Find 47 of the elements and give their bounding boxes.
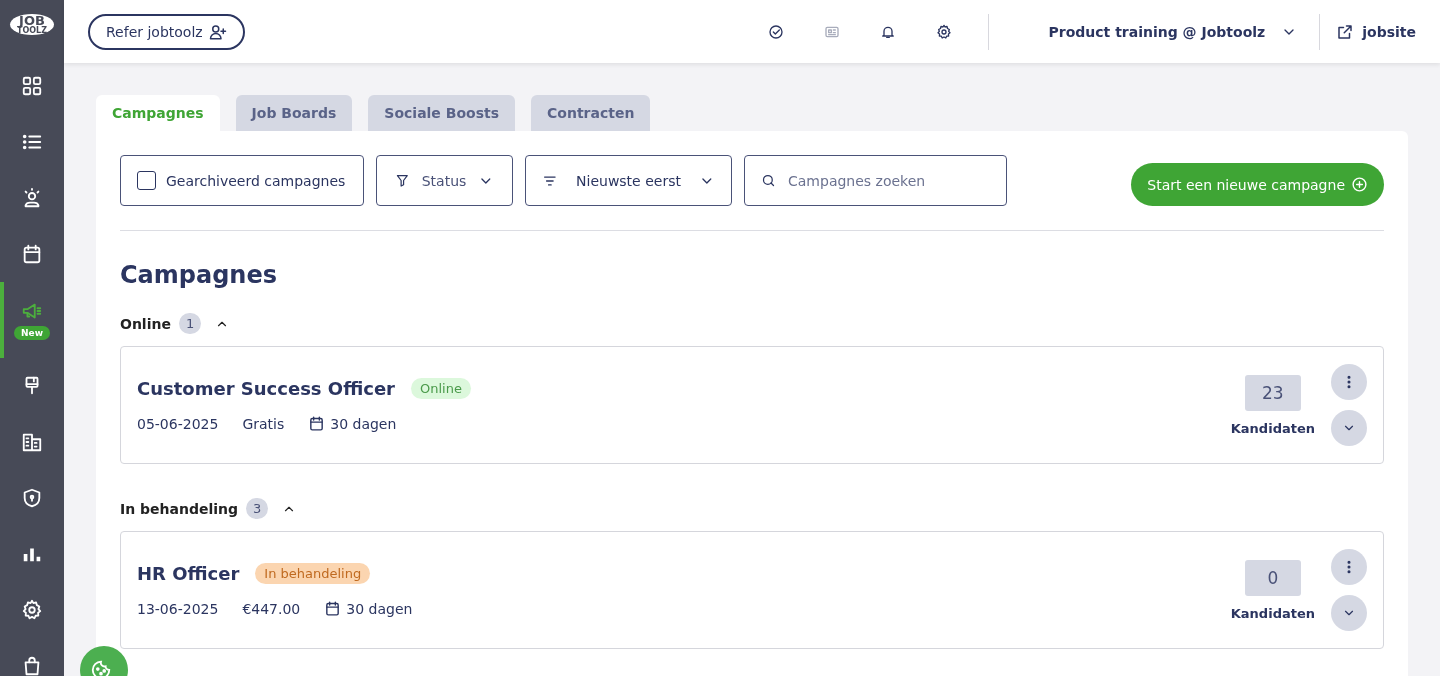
campaign-price: €447.00 bbox=[242, 600, 301, 617]
campaign-duration: 30 dagen bbox=[346, 600, 413, 617]
status-badge: In behandeling bbox=[255, 563, 371, 584]
status-dropdown[interactable]: Status bbox=[376, 155, 513, 206]
candidate-count: 23 bbox=[1244, 374, 1301, 411]
count-badge: 3 bbox=[246, 498, 269, 519]
settings-icon bbox=[21, 599, 43, 621]
calendar-icon bbox=[324, 600, 342, 617]
shield-icon bbox=[21, 487, 43, 509]
dashboard-icon bbox=[21, 75, 43, 97]
check-circle-icon[interactable] bbox=[767, 23, 784, 40]
filter-icon bbox=[395, 173, 410, 188]
campaign-date: 05-06-2025 bbox=[137, 415, 219, 432]
cookie-icon bbox=[90, 659, 112, 676]
checkbox[interactable] bbox=[137, 171, 156, 190]
tab[interactable]: Sociale Boosts bbox=[368, 95, 515, 131]
campaign-date: 13-06-2025 bbox=[137, 600, 219, 617]
tab[interactable]: Contracten bbox=[531, 95, 651, 131]
building-icon bbox=[21, 431, 43, 453]
count-badge: 1 bbox=[178, 313, 202, 334]
candidates-label: Kandidaten bbox=[1230, 605, 1315, 621]
campaign-title[interactable]: Customer Success Officer bbox=[137, 378, 395, 399]
account-selector[interactable]: Product training @ Jobtoolz bbox=[1000, 23, 1298, 40]
archived-filter[interactable]: Gearchiveerd campagnes bbox=[120, 155, 364, 206]
sort-dropdown[interactable]: Nieuwste eerst bbox=[525, 155, 732, 206]
campaign-price: Gratis bbox=[242, 415, 285, 432]
status-badge: Online bbox=[410, 378, 471, 399]
user-plus-icon bbox=[208, 22, 227, 41]
candidate-count: 0 bbox=[1244, 559, 1301, 596]
plus-circle-icon bbox=[1351, 176, 1368, 193]
search-icon bbox=[761, 173, 776, 188]
settings-icon[interactable] bbox=[935, 23, 952, 40]
calendar-icon bbox=[308, 415, 326, 432]
logo[interactable]: JOB TOOLZ bbox=[10, 14, 54, 35]
tab[interactable]: Job Boards bbox=[235, 95, 353, 131]
campaign-title[interactable]: HR Officer bbox=[137, 563, 240, 584]
candidates-label: Kandidaten bbox=[1230, 420, 1315, 436]
new-badge: New bbox=[14, 326, 50, 340]
refer-button[interactable]: Refer jobtoolz bbox=[88, 13, 245, 50]
calendar-icon bbox=[21, 243, 43, 265]
jobsite-link[interactable]: jobsite bbox=[1332, 22, 1416, 41]
search-field[interactable]: Campagnes zoeken bbox=[744, 155, 1007, 206]
group-label: Online bbox=[120, 315, 171, 332]
campaign-duration: 30 dagen bbox=[330, 415, 397, 432]
section-heading: Campagnes bbox=[120, 261, 279, 289]
group-label: In behandeling bbox=[120, 500, 239, 517]
external-link-icon bbox=[1336, 22, 1355, 41]
